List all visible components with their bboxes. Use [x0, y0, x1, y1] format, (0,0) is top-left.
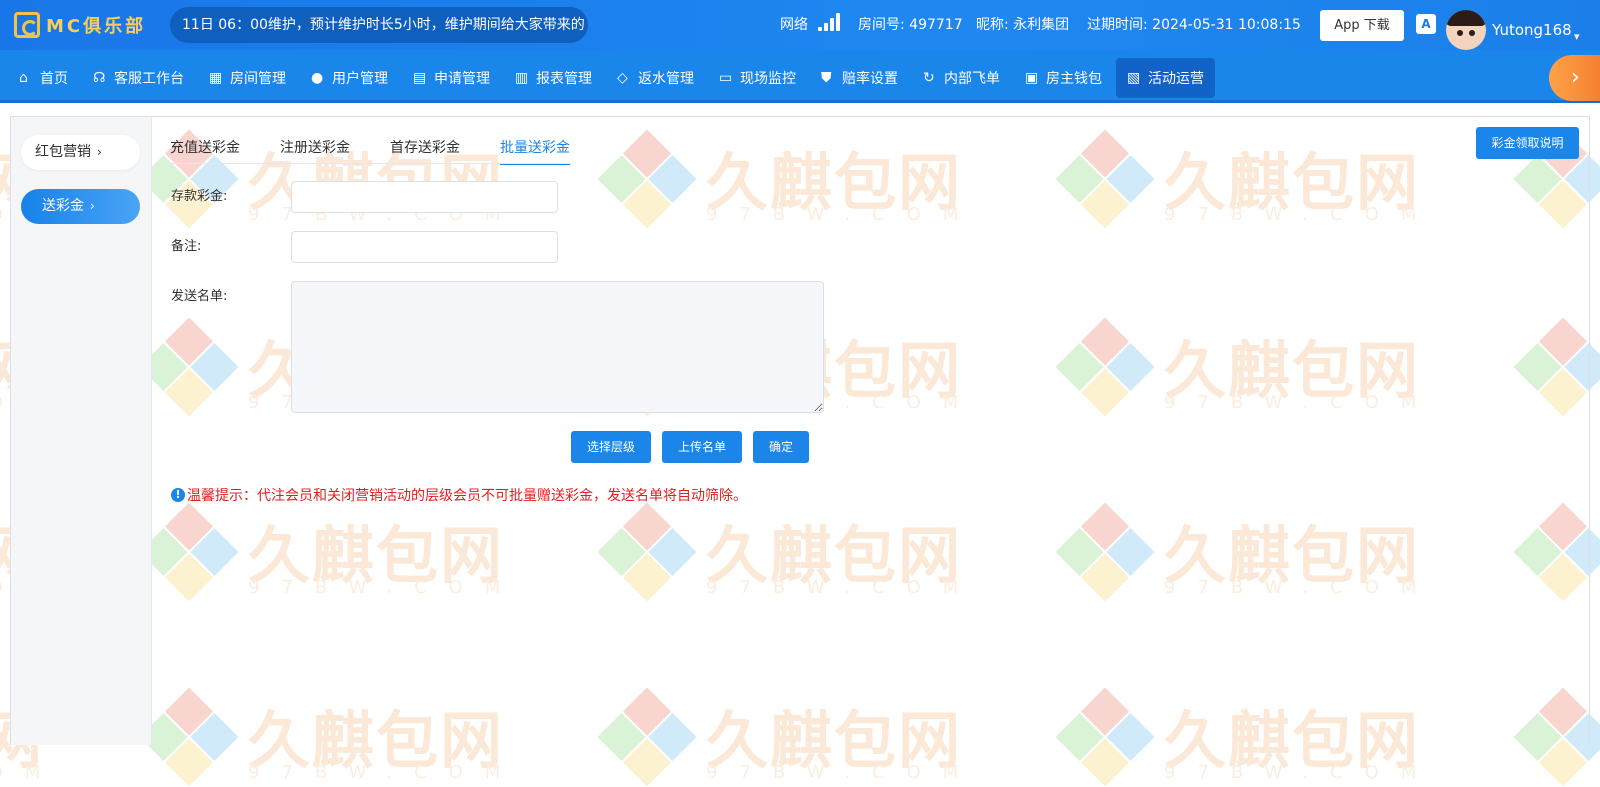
tab-batch-bonus[interactable]: 批量送彩金 — [500, 131, 570, 165]
main-nav: ⌂ 首页 ☊ 客服工作台 ▦ 房间管理 ● 用户管理 ▤ 申请管理 ▥ 报表管理 ◇ 返水管理 ▭ 现场监控 ⛊… — [0, 50, 1600, 103]
sidebar-item-label: 送彩金 — [42, 198, 84, 214]
nav-item-4[interactable]: ▤ 申请管理 — [402, 58, 501, 98]
logo-text: MC俱乐部 — [46, 16, 147, 37]
nav-list: ⌂ 首页 ☊ 客服工作台 ▦ 房间管理 ● 用户管理 ▤ 申请管理 ▥ 报表管理 ◇ 返水管理 ▭ 现场监控 ⛊… — [8, 58, 1218, 98]
tip-text: 温馨提示：代注会员和关闭营销活动的层级会员不可批量赠送彩金，发送名单将自动筛除。 — [187, 488, 747, 504]
deposit-bonus-input[interactable] — [291, 181, 558, 213]
nav-item-2[interactable]: ▦ 房间管理 — [198, 58, 297, 98]
bonus-explain-button[interactable]: 彩金领取说明 — [1476, 127, 1579, 159]
signal-strength-icon — [818, 11, 844, 31]
headset-icon: ☊ — [93, 70, 106, 86]
nav-item-6[interactable]: ◇ 返水管理 — [606, 58, 705, 98]
tab-register-bonus[interactable]: 注册送彩金 — [280, 131, 350, 165]
tag-icon: ◇ — [617, 70, 628, 86]
top-header: MC俱乐部 11日 06：00维护，预计维护时长5小时，维护期间给大家带来的 网… — [0, 0, 1600, 50]
nav-item-label: 申请管理 — [434, 71, 490, 87]
bonus-tabs: 充值送彩金 注册送彩金 首存送彩金 批量送彩金 — [170, 131, 610, 165]
sidebar-item-red-packet[interactable]: 红包营销 › — [21, 135, 140, 170]
nav-item-7[interactable]: ▭ 现场监控 — [708, 58, 807, 98]
gift-icon: ▧ — [1127, 70, 1141, 86]
nav-item-label: 客服工作台 — [114, 71, 184, 87]
nav-item-11[interactable]: ▧ 活动运营 — [1116, 58, 1215, 98]
grid-icon: ▦ — [209, 70, 223, 86]
info-icon: ! — [171, 488, 185, 502]
nav-next-button[interactable]: › — [1549, 55, 1600, 101]
sidebar-item-label: 红包营销 — [35, 144, 91, 160]
nav-item-label: 返水管理 — [638, 71, 694, 87]
chevron-down-icon[interactable]: ▾ — [1574, 30, 1580, 43]
deposit-bonus-label: 存款彩金: — [171, 189, 228, 204]
nav-item-label: 现场监控 — [740, 71, 796, 87]
send-list-textarea[interactable] — [291, 281, 824, 413]
tab-recharge-bonus[interactable]: 充值送彩金 — [170, 131, 240, 165]
logo-icon — [14, 12, 40, 38]
remark-label: 备注: — [171, 239, 202, 254]
send-list-label: 发送名单: — [171, 289, 228, 304]
bar-chart-icon: ▥ — [515, 70, 529, 86]
chevron-right-icon: › — [90, 199, 95, 213]
watermark-subtext: 97BW.COM — [248, 762, 523, 783]
nav-item-1[interactable]: ☊ 客服工作台 — [82, 58, 195, 98]
chevron-right-icon: › — [97, 145, 102, 159]
nav-item-label: 赔率设置 — [842, 71, 898, 87]
nav-item-label: 房间管理 — [230, 71, 286, 87]
tab-first-deposit-bonus[interactable]: 首存送彩金 — [390, 131, 460, 165]
nav-item-5[interactable]: ▥ 报表管理 — [504, 58, 603, 98]
app-download-button[interactable]: App 下载 — [1320, 10, 1404, 41]
user-icon: ● — [311, 70, 324, 86]
network-label: 网络 — [780, 17, 808, 33]
remark-input[interactable] — [291, 231, 558, 263]
expire-time: 过期时间: 2024-05-31 10:08:15 — [1087, 17, 1301, 33]
nav-item-8[interactable]: ⛊ 赔率设置 — [810, 58, 909, 98]
nav-item-3[interactable]: ● 用户管理 — [300, 58, 399, 98]
monitor-icon: ▭ — [719, 70, 733, 86]
nav-item-label: 首页 — [40, 71, 68, 87]
watermark-subtext: 97BW.COM — [706, 762, 981, 783]
sidebar: 红包营销 › 送彩金 › — [11, 117, 152, 745]
shield-icon: ⛊ — [821, 70, 832, 86]
watermark-subtext: 97BW.COM — [1164, 762, 1439, 783]
select-level-button[interactable]: 选择层级 — [571, 431, 651, 463]
nickname: 昵称: 永利集团 — [976, 17, 1070, 33]
nav-item-label: 房主钱包 — [1046, 71, 1102, 87]
translate-icon[interactable]: A — [1416, 14, 1436, 34]
brand-logo: MC俱乐部 — [14, 12, 146, 38]
nav-item-label: 用户管理 — [332, 71, 388, 87]
nav-item-label: 内部飞单 — [944, 71, 1000, 87]
refresh-icon: ↻ — [923, 70, 935, 86]
sidebar-item-bonus[interactable]: 送彩金 › — [21, 189, 140, 224]
upload-list-button[interactable]: 上传名单 — [662, 431, 742, 463]
warm-tip: ! 温馨提示：代注会员和关闭营销活动的层级会员不可批量赠送彩金，发送名单将自动筛… — [171, 485, 747, 505]
nav-item-10[interactable]: ▣ 房主钱包 — [1014, 58, 1113, 98]
document-icon: ▤ — [413, 70, 427, 86]
home-icon: ⌂ — [19, 70, 28, 86]
tabs-divider — [170, 163, 570, 164]
nav-item-label: 活动运营 — [1148, 71, 1204, 87]
avatar[interactable] — [1446, 10, 1486, 50]
room-number: 房间号: 497717 — [858, 17, 963, 33]
nav-item-9[interactable]: ↻ 内部飞单 — [912, 58, 1011, 98]
watermark-subtext: 97BW.COM — [0, 762, 63, 783]
announcement-marquee: 11日 06：00维护，预计维护时长5小时，维护期间给大家带来的 — [170, 7, 588, 43]
wallet-icon: ▣ — [1025, 70, 1039, 86]
confirm-button[interactable]: 确定 — [753, 431, 809, 463]
nav-item-0[interactable]: ⌂ 首页 — [8, 58, 79, 98]
nav-item-label: 报表管理 — [536, 71, 592, 87]
